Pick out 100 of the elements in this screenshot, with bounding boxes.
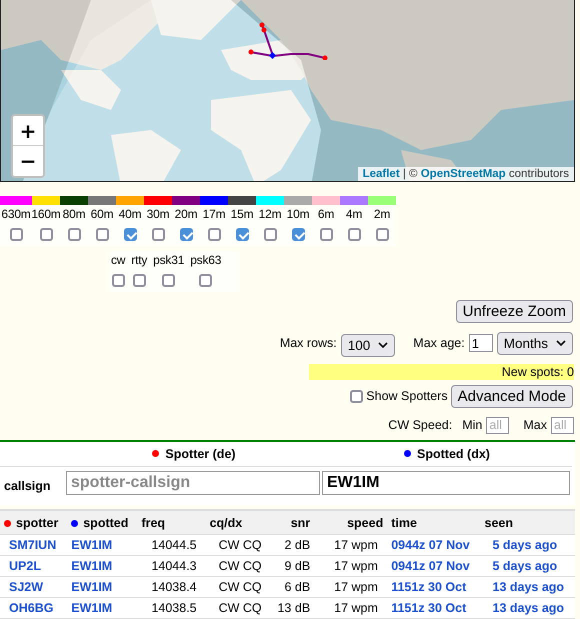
show-spotters-checkbox[interactable] bbox=[350, 390, 364, 403]
callsign-link[interactable]: EW1IM bbox=[71, 580, 112, 594]
band-checkbox[interactable] bbox=[348, 228, 360, 241]
band-label: 160m bbox=[31, 206, 61, 221]
callsign-label: callsign bbox=[3, 478, 52, 495]
time-link[interactable]: 13 days ago bbox=[492, 601, 564, 615]
time-link[interactable]: 1151z 30 Oct bbox=[391, 580, 466, 594]
table-cell: 17 wpm bbox=[334, 559, 378, 573]
band-label: 10m bbox=[286, 206, 310, 221]
spotted-dot-icon bbox=[404, 450, 412, 457]
spotter-dot-icon bbox=[4, 520, 11, 526]
band-checkbox[interactable] bbox=[68, 228, 80, 241]
callsign-link[interactable]: UP2L bbox=[9, 559, 41, 573]
spotted-dot-icon bbox=[71, 520, 78, 526]
spotted-heading: Spotted (dx) bbox=[417, 446, 490, 460]
leaflet-link[interactable]: Leaflet bbox=[362, 168, 400, 180]
band-checkbox[interactable] bbox=[376, 228, 388, 241]
chevron-down-icon bbox=[378, 342, 388, 348]
band-checkbox[interactable] bbox=[292, 228, 304, 241]
table-cell: CW CQ bbox=[218, 601, 262, 615]
zoom-in-button[interactable]: + bbox=[13, 116, 43, 146]
show-spotters-label: Show Spotters bbox=[366, 389, 448, 404]
callsign-link[interactable]: EW1IM bbox=[71, 559, 112, 573]
band-checkbox[interactable] bbox=[10, 228, 22, 241]
time-link[interactable]: 0944z 07 Nov bbox=[391, 538, 470, 552]
mode-label: rtty bbox=[131, 252, 148, 267]
mode-label: cw bbox=[111, 252, 126, 267]
time-link[interactable]: 1151z 30 Oct bbox=[391, 601, 466, 615]
spotter-heading: Spotter (de) bbox=[165, 446, 236, 460]
unfreeze-zoom-button[interactable]: Unfreeze Zoom bbox=[456, 300, 573, 323]
band-checkbox[interactable] bbox=[180, 228, 192, 241]
max-rows-label: Max rows: bbox=[280, 336, 337, 350]
callsign-link[interactable]: EW1IM bbox=[71, 601, 112, 615]
callsign-link[interactable]: EW1IM bbox=[71, 538, 112, 552]
column-header: spotter bbox=[16, 516, 58, 530]
table-cell: 14038.5 bbox=[151, 601, 197, 615]
column-header: speed bbox=[347, 516, 384, 530]
table-cell: CW CQ bbox=[218, 538, 262, 552]
mode-checkbox[interactable] bbox=[112, 274, 125, 287]
band-label: 2m bbox=[374, 206, 390, 221]
min-speed-label: Min bbox=[462, 418, 482, 432]
mode-label: psk63 bbox=[190, 252, 222, 267]
time-link[interactable]: 5 days ago bbox=[492, 559, 558, 573]
band-label: 20m bbox=[174, 206, 198, 221]
table-cell: 14038.4 bbox=[151, 580, 197, 594]
max-age-field[interactable]: 1 bbox=[468, 334, 493, 352]
map-attribution: Leaflet | © OpenStreetMap contributors bbox=[358, 166, 574, 181]
time-link[interactable]: 13 days ago bbox=[492, 580, 564, 594]
table-cell: CW CQ bbox=[218, 580, 262, 594]
table-cell: 14044.5 bbox=[151, 538, 197, 552]
table-cell: 6 dB bbox=[284, 580, 310, 594]
table-cell: 13 dB bbox=[277, 601, 310, 615]
callsign-link[interactable]: SJ2W bbox=[9, 580, 44, 594]
mode-checkbox[interactable] bbox=[132, 274, 146, 287]
band-checkbox[interactable] bbox=[152, 228, 164, 241]
band-label: 15m bbox=[230, 206, 254, 221]
mode-checkbox[interactable] bbox=[199, 274, 212, 287]
max-age-label: Max age: bbox=[413, 336, 465, 350]
column-header: freq bbox=[141, 516, 166, 530]
column-header: seen bbox=[484, 516, 513, 530]
table-cell: 14044.3 bbox=[151, 559, 197, 573]
band-label: 12m bbox=[258, 206, 282, 221]
band-checkbox[interactable] bbox=[96, 228, 108, 241]
spotter-dot-icon bbox=[152, 450, 160, 457]
table-cell: CW CQ bbox=[218, 559, 262, 573]
time-link[interactable]: 5 days ago bbox=[492, 538, 558, 552]
table-cell: 17 wpm bbox=[334, 580, 378, 594]
band-checkbox[interactable] bbox=[208, 228, 220, 241]
max-age-unit-select[interactable]: Months bbox=[496, 332, 573, 355]
band-checkbox[interactable] bbox=[124, 228, 136, 241]
band-label: 17m bbox=[202, 206, 226, 221]
spotter-callsign-field[interactable]: spotter-callsign bbox=[66, 470, 320, 494]
min-speed-field[interactable]: all bbox=[486, 416, 510, 434]
callsign-link[interactable]: OH6BG bbox=[9, 601, 54, 615]
band-checkbox[interactable] bbox=[40, 228, 52, 241]
new-spots-counter: New spots: 0 bbox=[309, 364, 574, 380]
column-header: cq/dx bbox=[210, 516, 242, 530]
mode-checkbox[interactable] bbox=[162, 274, 176, 287]
band-label: 4m bbox=[346, 206, 362, 221]
openstreetmap-link[interactable]: OpenStreetMap bbox=[420, 168, 506, 180]
time-link[interactable]: 0941z 07 Nov bbox=[391, 559, 470, 573]
max-speed-field[interactable]: all bbox=[551, 416, 574, 434]
column-header: spotted bbox=[83, 516, 128, 530]
chevron-down-icon bbox=[556, 340, 566, 346]
band-checkbox[interactable] bbox=[236, 228, 248, 241]
column-header: time bbox=[391, 516, 417, 530]
table-cell: 17 wpm bbox=[334, 538, 378, 552]
max-speed-label: Max bbox=[523, 418, 547, 432]
band-label: 6m bbox=[318, 206, 334, 221]
band-checkbox[interactable] bbox=[320, 228, 332, 241]
advanced-mode-button[interactable]: Advanced Mode bbox=[450, 384, 573, 408]
spotted-callsign-field[interactable]: EW1IM bbox=[322, 470, 570, 494]
band-checkbox[interactable] bbox=[264, 228, 276, 241]
cw-speed-label: CW Speed: bbox=[388, 418, 452, 432]
band-label: 80m bbox=[62, 206, 86, 221]
max-rows-select[interactable]: 100 bbox=[340, 334, 396, 357]
callsign-link[interactable]: SM7IUN bbox=[9, 538, 56, 552]
table-cell: 9 dB bbox=[284, 559, 310, 573]
band-label: 30m bbox=[146, 206, 170, 221]
band-label: 40m bbox=[118, 206, 142, 221]
